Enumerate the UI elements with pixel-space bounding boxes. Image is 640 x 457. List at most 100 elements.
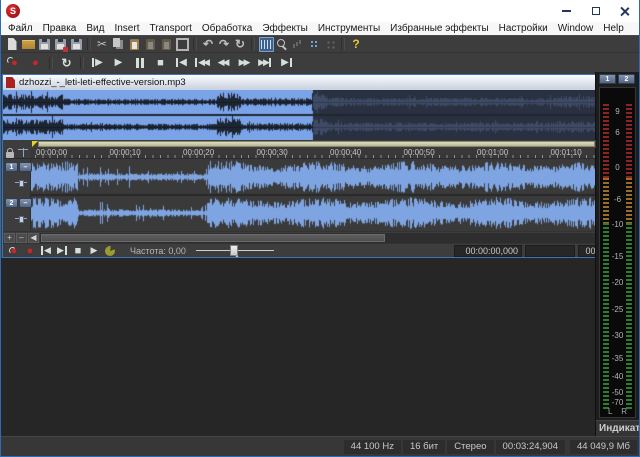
window-titlebar[interactable]: S [1, 0, 639, 22]
statistics-button[interactable] [291, 37, 306, 52]
channel-2-fader[interactable] [15, 216, 27, 221]
cut-button[interactable]: ✂ [95, 37, 110, 52]
play-looped-button[interactable] [103, 245, 118, 257]
channel-1-minimize-button[interactable]: – [19, 162, 32, 172]
toolbar-separator [193, 38, 197, 50]
app-logo-icon[interactable]: S [6, 4, 20, 18]
meter-scale-9: 9 [600, 108, 635, 116]
status-total-length: 00:03:24,904 [496, 440, 565, 454]
selection-time-display[interactable] [525, 245, 575, 257]
record-remote-button[interactable]: ● [7, 245, 22, 257]
loop-region[interactable] [38, 141, 595, 147]
channel-2-minimize-button[interactable]: – [19, 198, 32, 208]
lock-icon[interactable] [6, 152, 14, 158]
close-icon [619, 6, 630, 17]
go-to-next-button[interactable]: ▶▶ [256, 55, 276, 71]
go-to-previous-button[interactable]: ◀◀ [193, 55, 213, 71]
menu-item-4[interactable]: Transport [144, 22, 196, 35]
menu-item-0[interactable]: Файл [3, 22, 38, 35]
menu-item-6[interactable]: Эффекты [257, 22, 312, 35]
play-all-button[interactable]: ▶ [88, 55, 108, 71]
zoom-tool-button[interactable] [275, 37, 290, 52]
clipped-time-display[interactable]: 00: [578, 245, 596, 257]
empty-workspace [1, 258, 595, 436]
menu-item-10[interactable]: Window [553, 22, 599, 35]
undo-button[interactable]: ↶ [201, 37, 216, 52]
paste-mix-button[interactable] [159, 37, 174, 52]
trim-crop-button[interactable] [175, 37, 190, 52]
ruler-label-7: 00:01:10 [551, 148, 582, 157]
paste-special-button[interactable] [143, 37, 158, 52]
waveform-display-button[interactable] [259, 37, 274, 52]
level-meter[interactable]: L R 960-6-10-15-20-25-30-35-40-50-70 [599, 87, 636, 418]
transport-toolbar: ●●↻▶▶■◀◀◀◀◀▶▶▶▶▶ [1, 52, 639, 72]
new-file-button[interactable] [5, 37, 20, 52]
scales-icon[interactable] [18, 148, 28, 158]
meter-view-button-2[interactable]: 2 [618, 74, 635, 84]
paste-button[interactable] [127, 37, 142, 52]
copy-button[interactable] [111, 37, 126, 52]
record-button[interactable]: ● [23, 245, 38, 257]
ruler-label-5: 00:00:50 [404, 148, 435, 157]
meter-view-button-1[interactable]: 1 [599, 74, 616, 84]
channel-2-button[interactable]: 2 [5, 198, 18, 208]
zoom-in-button[interactable]: + [4, 233, 15, 243]
overview-waveform-canvas[interactable] [3, 90, 596, 140]
repeat-button[interactable]: ↻ [233, 37, 248, 52]
save-button[interactable] [37, 37, 52, 52]
scroll-left-button[interactable]: ◀ [28, 233, 39, 243]
meter-scale--70: -70 [600, 399, 635, 407]
meter-scale--20: -20 [600, 279, 635, 287]
play-button[interactable]: ▶ [109, 55, 129, 71]
menu-item-2[interactable]: Вид [81, 22, 109, 35]
ruler-row: 00:00:0000:00:1000:00:2000:00:3000:00:40… [3, 148, 596, 159]
go-to-end-button[interactable]: ▶ [55, 245, 70, 257]
horizontal-scrollbar[interactable] [40, 233, 595, 243]
redo-button[interactable]: ↷ [217, 37, 232, 52]
close-button[interactable] [610, 0, 639, 22]
save-as-button[interactable] [53, 37, 68, 52]
zoom-out-button[interactable]: – [16, 233, 27, 243]
menu-item-9[interactable]: Настройки [494, 22, 553, 35]
menu-item-5[interactable]: Обработка [197, 22, 257, 35]
go-to-start-button[interactable]: ◀ [172, 55, 192, 71]
ruler-label-3: 00:00:30 [257, 148, 288, 157]
snap-grid-button[interactable] [307, 37, 322, 52]
menu-item-7[interactable]: Инструменты [313, 22, 385, 35]
loop-playback-button[interactable]: ↻ [57, 55, 77, 71]
time-ruler[interactable]: 00:00:0000:00:1000:00:2000:00:3000:00:40… [31, 148, 596, 158]
document-titlebar[interactable]: dzhozzi_-_leti-leti-effective-version.mp… [3, 75, 596, 90]
maximize-button[interactable] [581, 0, 610, 22]
loop-region-bar[interactable] [3, 140, 596, 148]
stop-button[interactable]: ■ [71, 245, 86, 257]
channel-1-fader[interactable] [15, 180, 27, 185]
edit-nodes-button[interactable] [323, 37, 338, 52]
save-all-button[interactable] [69, 37, 84, 52]
record-button[interactable]: ● [26, 55, 46, 71]
main-waveform-canvas[interactable] [31, 159, 596, 231]
stop-button[interactable]: ■ [151, 55, 171, 71]
rewind-button[interactable]: ◀◀ [214, 55, 234, 71]
go-to-end-button[interactable]: ▶ [277, 55, 297, 71]
channel-1-button[interactable]: 1 [5, 162, 18, 172]
menu-item-8[interactable]: Избранные эффекты [385, 22, 493, 35]
open-folder-button[interactable] [21, 37, 36, 52]
cursor-time-display[interactable]: 00:00:00,000 [454, 245, 522, 257]
record-remote-button[interactable]: ● [5, 55, 25, 71]
context-help-button[interactable]: ? [349, 37, 364, 52]
menu-item-1[interactable]: Правка [38, 22, 82, 35]
go-to-start-button[interactable]: ◀ [39, 245, 54, 257]
meter-panel-title[interactable]: Индикатор [596, 420, 639, 436]
minimize-button[interactable] [552, 0, 581, 22]
menu-item-3[interactable]: Insert [109, 22, 144, 35]
ruler-gutter [3, 148, 31, 158]
ruler-label-6: 00:01:00 [477, 148, 508, 157]
scrub-slider[interactable] [196, 245, 274, 257]
fast-forward-button[interactable]: ▶▶ [235, 55, 255, 71]
scrub-slider-center-mark [234, 255, 240, 258]
scrollbar-thumb[interactable] [41, 234, 385, 242]
toolbar-separator [87, 38, 91, 50]
play-button[interactable]: ▶ [87, 245, 102, 257]
pause-button[interactable] [130, 55, 150, 71]
menu-item-11[interactable]: Help [598, 22, 629, 35]
